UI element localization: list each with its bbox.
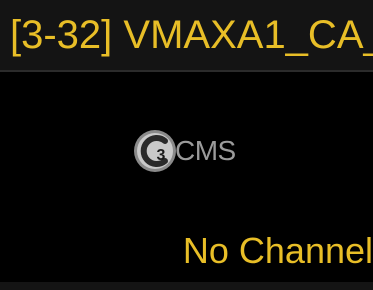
c3cms-logo: 3 CMS [131, 127, 271, 175]
camera-tile[interactable]: [3-32] VMAXA1_CA_ 3 CMS No Channel [0, 0, 373, 290]
channel-status: No Channel [182, 230, 373, 271]
c3-logo-icon: 3 [134, 130, 176, 172]
tile-title: [3-32] VMAXA1_CA_ [10, 13, 373, 57]
tile-bottom-border [0, 282, 373, 290]
logo-mark-sub: 3 [157, 147, 166, 164]
logo-text: CMS [175, 135, 236, 166]
tile-title-bar[interactable]: [3-32] VMAXA1_CA_ [0, 0, 373, 72]
